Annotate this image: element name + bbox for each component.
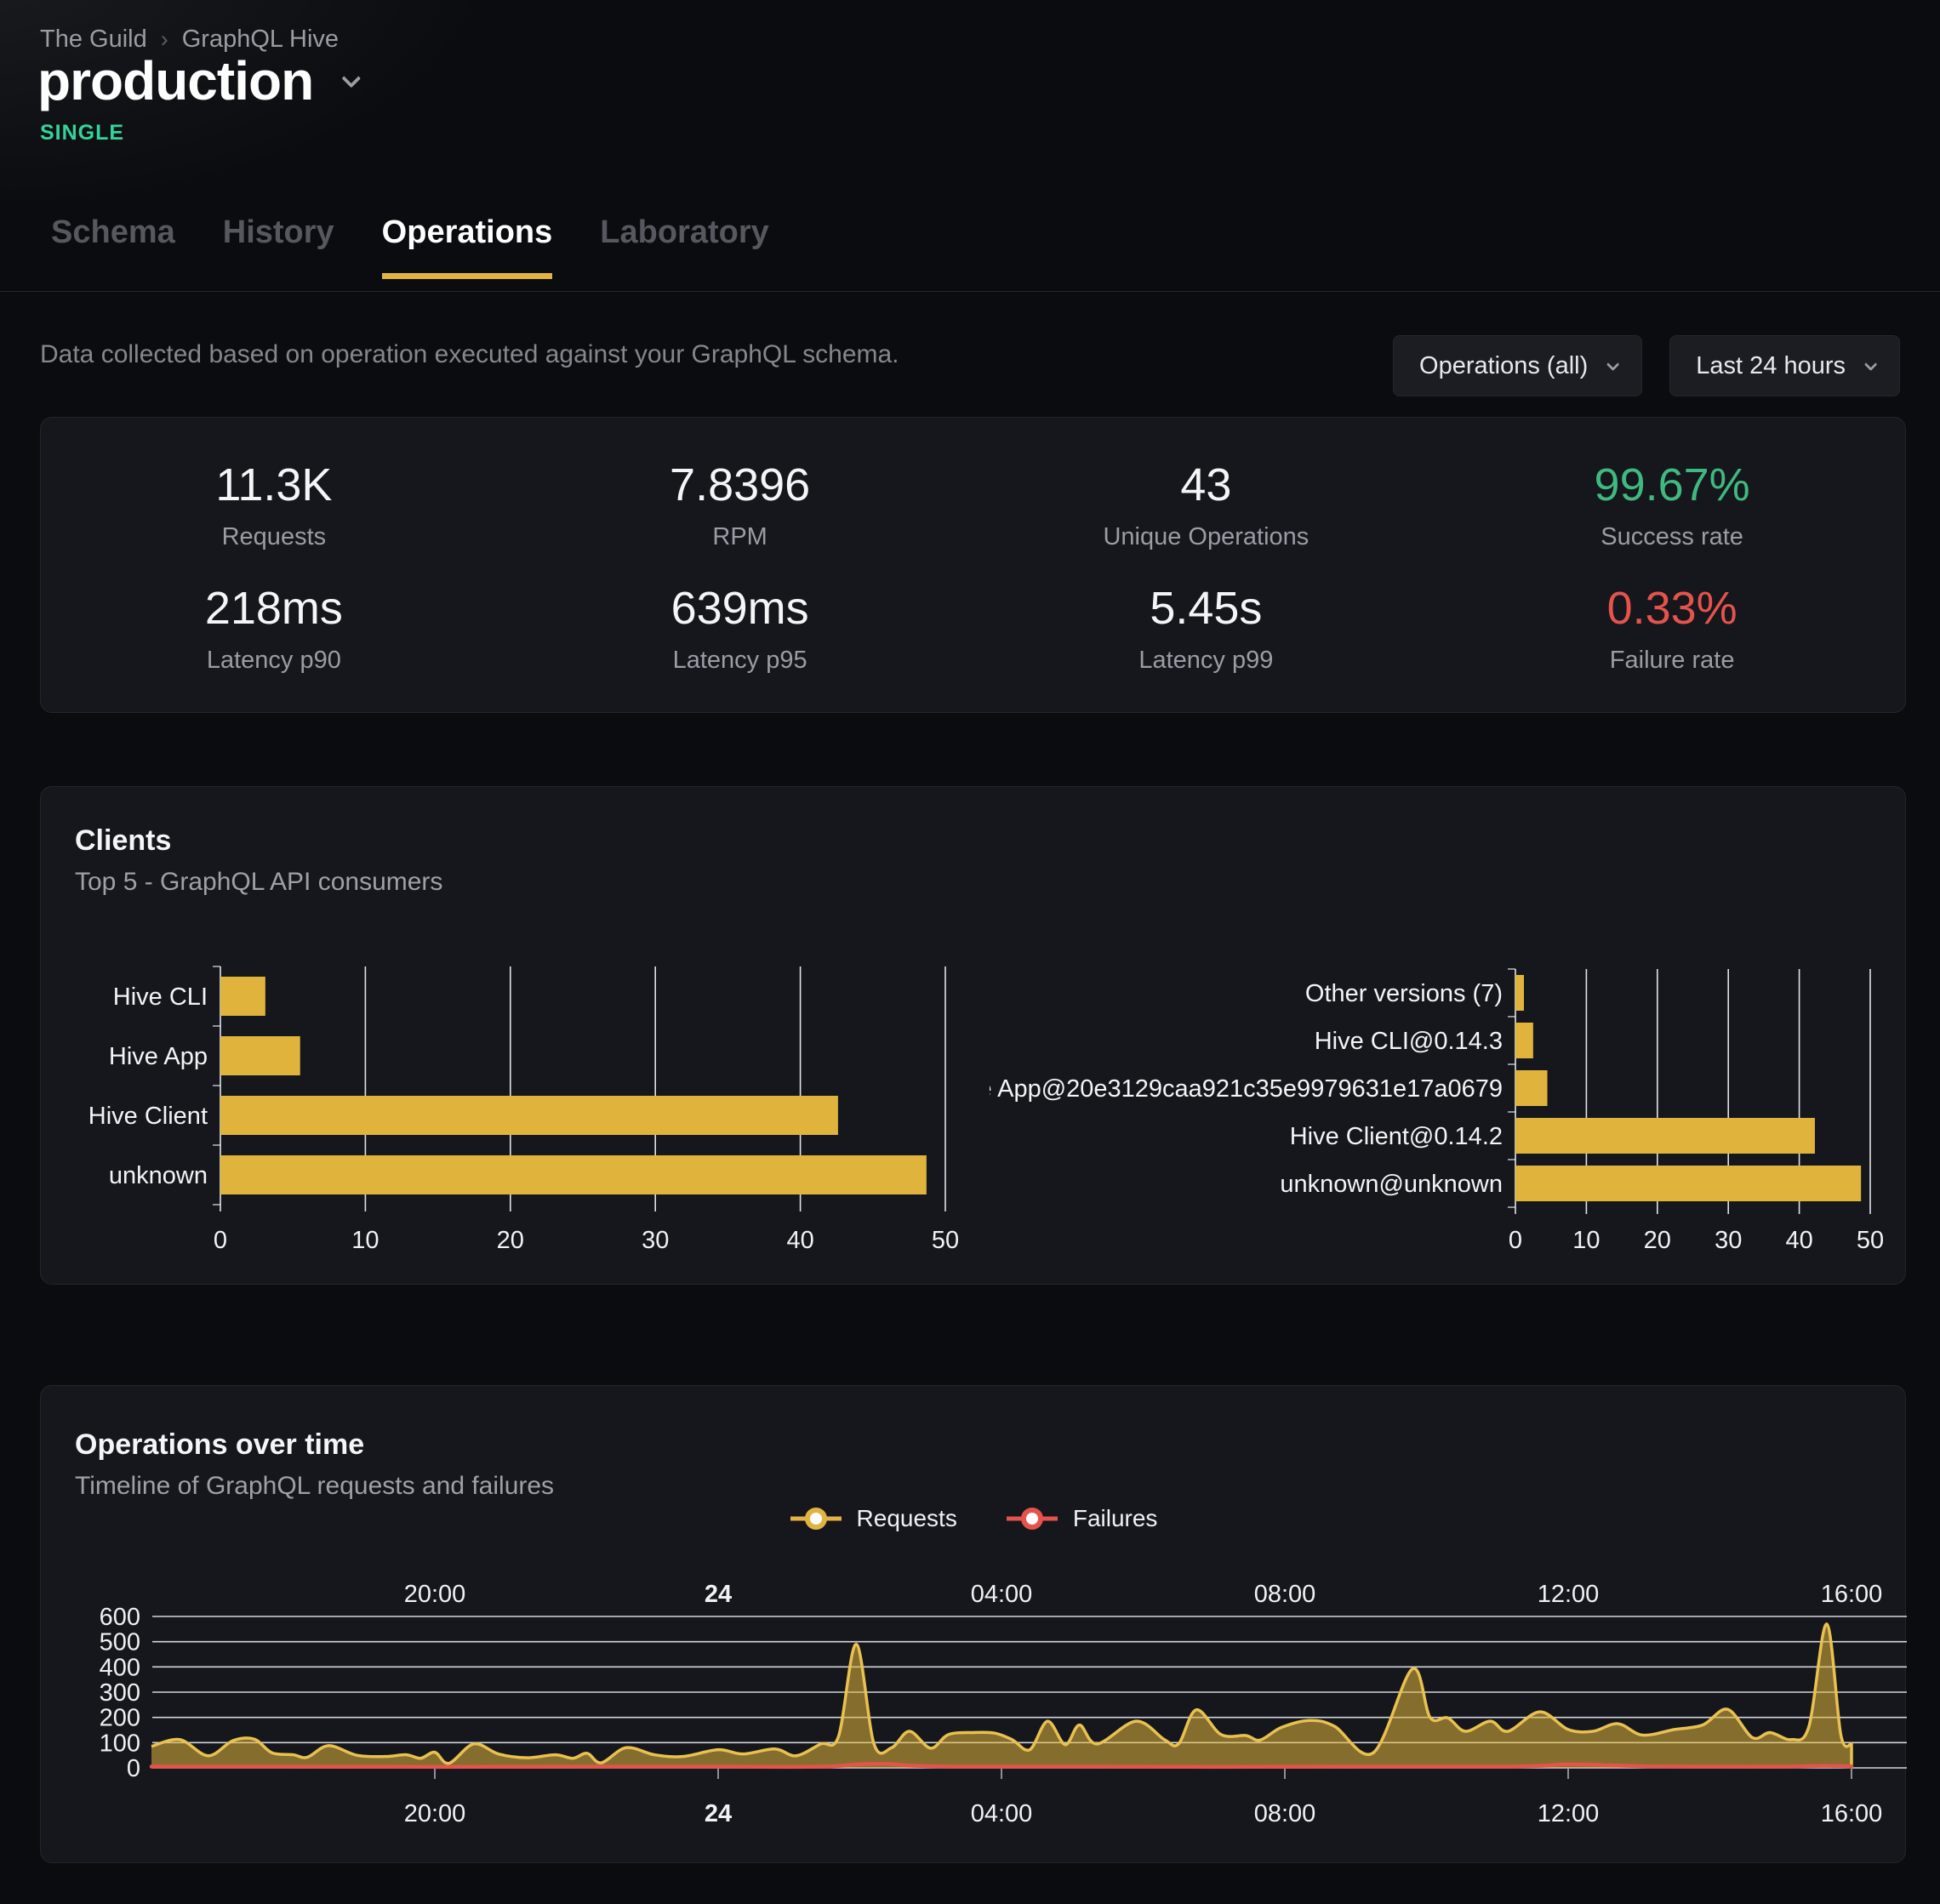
svg-text:600: 600 bbox=[100, 1604, 140, 1631]
svg-text:04:00: 04:00 bbox=[971, 1800, 1033, 1827]
stat-unique-operations: 43 Unique Operations bbox=[973, 443, 1440, 567]
stat-label: Unique Operations bbox=[1103, 523, 1309, 551]
svg-text:24: 24 bbox=[705, 1800, 732, 1827]
svg-text:12:00: 12:00 bbox=[1538, 1581, 1600, 1608]
stat-latency-p90: 218ms Latency p90 bbox=[41, 567, 507, 690]
operations-filter-dropdown[interactable]: Operations (all) bbox=[1393, 335, 1642, 396]
svg-text:08:00: 08:00 bbox=[1254, 1800, 1316, 1827]
svg-text:24: 24 bbox=[705, 1581, 732, 1608]
operations-timeline-chart: 0100200300400500600 20:00 20:00 24 24 04:00 04… bbox=[52, 1575, 1915, 1856]
svg-text:20: 20 bbox=[1644, 1227, 1671, 1254]
legend-marker-icon bbox=[1005, 1503, 1059, 1534]
svg-text:30: 30 bbox=[642, 1227, 669, 1254]
svg-text:Hive App@20e3129caa921c35e9979: Hive App@20e3129caa921c35e9979631e17a067… bbox=[990, 1075, 1503, 1103]
svg-text:500: 500 bbox=[100, 1629, 140, 1656]
stats-card: 11.3K Requests 7.8396 RPM 43 Unique Operation… bbox=[40, 417, 1906, 713]
stat-value: 99.67% bbox=[1595, 459, 1750, 511]
tab-laboratory[interactable]: Laboratory bbox=[600, 214, 768, 279]
svg-text:10: 10 bbox=[1572, 1227, 1600, 1254]
stat-latency-p99: 5.45s Latency p99 bbox=[973, 567, 1440, 690]
stat-success-rate: 99.67% Success rate bbox=[1439, 443, 1905, 567]
clients-by-version-bar-chart: 0 10 20 30 40 50 Other versions (7) Hive CLI@0.… bbox=[990, 954, 1907, 1268]
svg-text:20:00: 20:00 bbox=[404, 1581, 466, 1608]
target-mode-badge: SINGLE bbox=[40, 121, 124, 145]
stat-value: 43 bbox=[1180, 459, 1231, 511]
legend-item-failures[interactable]: Failures bbox=[1005, 1503, 1158, 1534]
stat-value: 639ms bbox=[671, 582, 809, 635]
tabs-divider bbox=[0, 291, 1940, 292]
stat-label: RPM bbox=[712, 523, 767, 551]
tab-bar: Schema History Operations Laboratory bbox=[51, 214, 769, 279]
target-selector[interactable]: production bbox=[37, 49, 356, 112]
clients-card-subtitle: Top 5 - GraphQL API consumers bbox=[75, 868, 442, 897]
svg-text:04:00: 04:00 bbox=[971, 1581, 1033, 1608]
svg-text:12:00: 12:00 bbox=[1538, 1800, 1600, 1827]
stat-failure-rate: 0.33% Failure rate bbox=[1439, 567, 1905, 690]
ops-card-title: Operations over time bbox=[75, 1428, 554, 1462]
stat-label: Latency p95 bbox=[673, 647, 807, 675]
svg-text:10: 10 bbox=[351, 1227, 379, 1254]
stat-requests: 11.3K Requests bbox=[41, 443, 507, 567]
stat-label: Latency p90 bbox=[207, 647, 341, 675]
clients-by-name-bar-chart: 0 10 20 30 40 50 Hive CLI Hive App Hive Client un… bbox=[75, 954, 985, 1268]
svg-text:50: 50 bbox=[1857, 1227, 1884, 1254]
stat-value: 218ms bbox=[205, 582, 343, 635]
stat-value: 0.33% bbox=[1607, 582, 1737, 635]
chevron-down-icon bbox=[1864, 357, 1878, 371]
period-filter-dropdown[interactable]: Last 24 hours bbox=[1669, 335, 1900, 396]
chevron-down-icon bbox=[342, 69, 362, 88]
svg-text:16:00: 16:00 bbox=[1821, 1800, 1883, 1827]
svg-text:40: 40 bbox=[786, 1227, 813, 1254]
stat-value: 5.45s bbox=[1150, 582, 1262, 635]
svg-text:Hive CLI@0.14.3: Hive CLI@0.14.3 bbox=[1315, 1028, 1503, 1055]
stat-value: 7.8396 bbox=[670, 459, 810, 511]
tab-operations[interactable]: Operations bbox=[382, 214, 553, 279]
clients-card-title: Clients bbox=[75, 824, 442, 858]
stat-label: Latency p99 bbox=[1138, 647, 1273, 675]
svg-text:0: 0 bbox=[127, 1755, 140, 1782]
svg-text:0: 0 bbox=[214, 1227, 227, 1254]
svg-text:400: 400 bbox=[100, 1654, 140, 1681]
clients-card: Clients Top 5 - GraphQL API consumers 0 1… bbox=[40, 786, 1906, 1285]
page-title: production bbox=[37, 49, 313, 112]
stat-label: Failure rate bbox=[1610, 647, 1735, 675]
svg-text:0: 0 bbox=[1509, 1227, 1522, 1254]
svg-text:16:00: 16:00 bbox=[1821, 1581, 1883, 1608]
svg-text:50: 50 bbox=[932, 1227, 959, 1254]
tab-history[interactable]: History bbox=[223, 214, 334, 279]
svg-text:Hive Client@0.14.2: Hive Client@0.14.2 bbox=[1290, 1123, 1503, 1150]
ops-card-subtitle: Timeline of GraphQL requests and failure… bbox=[75, 1472, 554, 1501]
stat-rpm: 7.8396 RPM bbox=[507, 443, 973, 567]
svg-text:30: 30 bbox=[1715, 1227, 1742, 1254]
svg-text:Hive App: Hive App bbox=[109, 1043, 208, 1070]
svg-text:300: 300 bbox=[100, 1679, 140, 1707]
svg-text:Hive CLI: Hive CLI bbox=[113, 983, 208, 1011]
svg-text:20: 20 bbox=[497, 1227, 524, 1254]
tab-schema[interactable]: Schema bbox=[51, 214, 175, 279]
svg-text:20:00: 20:00 bbox=[404, 1800, 466, 1827]
operations-over-time-card: Operations over time Timeline of GraphQL… bbox=[40, 1385, 1906, 1863]
collection-description: Data collected based on operation execut… bbox=[40, 340, 899, 369]
legend-marker-icon bbox=[789, 1503, 843, 1534]
svg-text:40: 40 bbox=[1785, 1227, 1812, 1254]
svg-text:200: 200 bbox=[100, 1705, 140, 1732]
stat-latency-p95: 639ms Latency p95 bbox=[507, 567, 973, 690]
svg-text:unknown: unknown bbox=[109, 1162, 208, 1189]
svg-text:Other versions (7): Other versions (7) bbox=[1305, 980, 1503, 1007]
svg-text:08:00: 08:00 bbox=[1254, 1581, 1316, 1608]
svg-text:100: 100 bbox=[100, 1730, 140, 1757]
stat-label: Requests bbox=[222, 523, 327, 551]
svg-text:Hive Client: Hive Client bbox=[88, 1103, 208, 1130]
stat-value: 11.3K bbox=[215, 459, 332, 511]
svg-text:unknown@unknown: unknown@unknown bbox=[1280, 1171, 1503, 1198]
filter-controls: Operations (all) Last 24 hours bbox=[1393, 335, 1900, 396]
stat-label: Success rate bbox=[1600, 523, 1743, 551]
chevron-down-icon bbox=[1606, 357, 1620, 371]
timeline-legend: Requests Failures bbox=[41, 1503, 1905, 1534]
legend-item-requests[interactable]: Requests bbox=[789, 1503, 957, 1534]
